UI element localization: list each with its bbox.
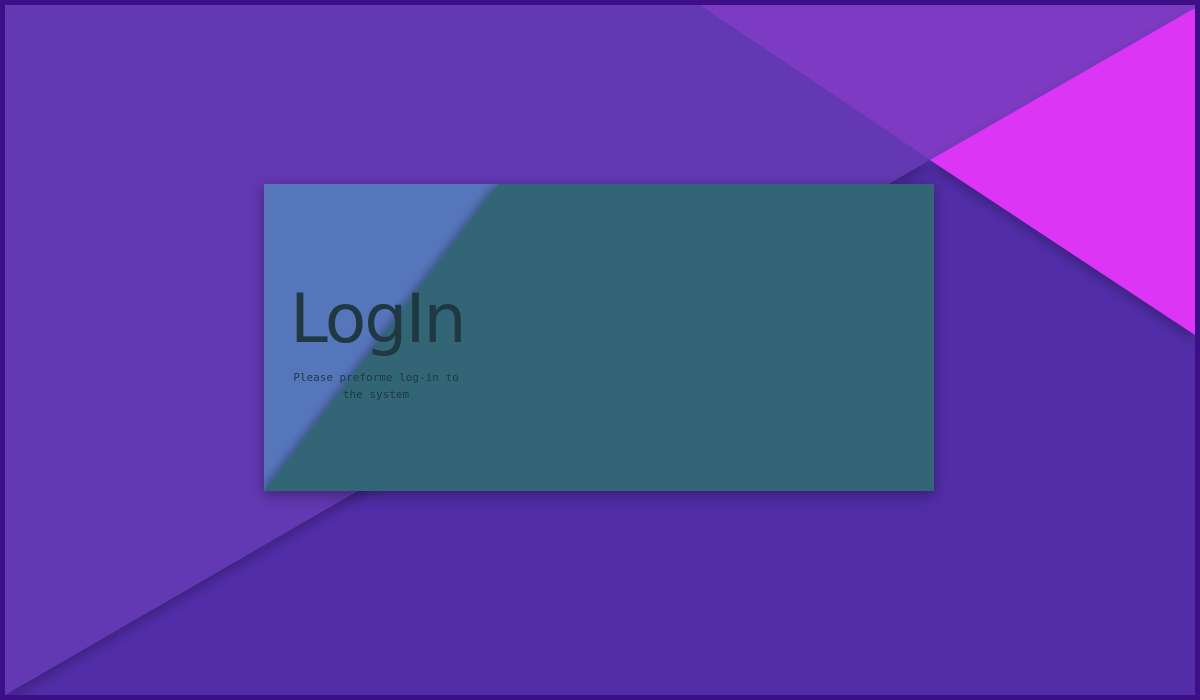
login-title: LogIn: [290, 280, 467, 359]
login-card: LogIn Please preforme log-in to the syst…: [264, 184, 934, 491]
login-subtitle: Please preforme log-in to the system: [293, 371, 459, 401]
page-frame: LogIn Please preforme log-in to the syst…: [0, 0, 1200, 700]
